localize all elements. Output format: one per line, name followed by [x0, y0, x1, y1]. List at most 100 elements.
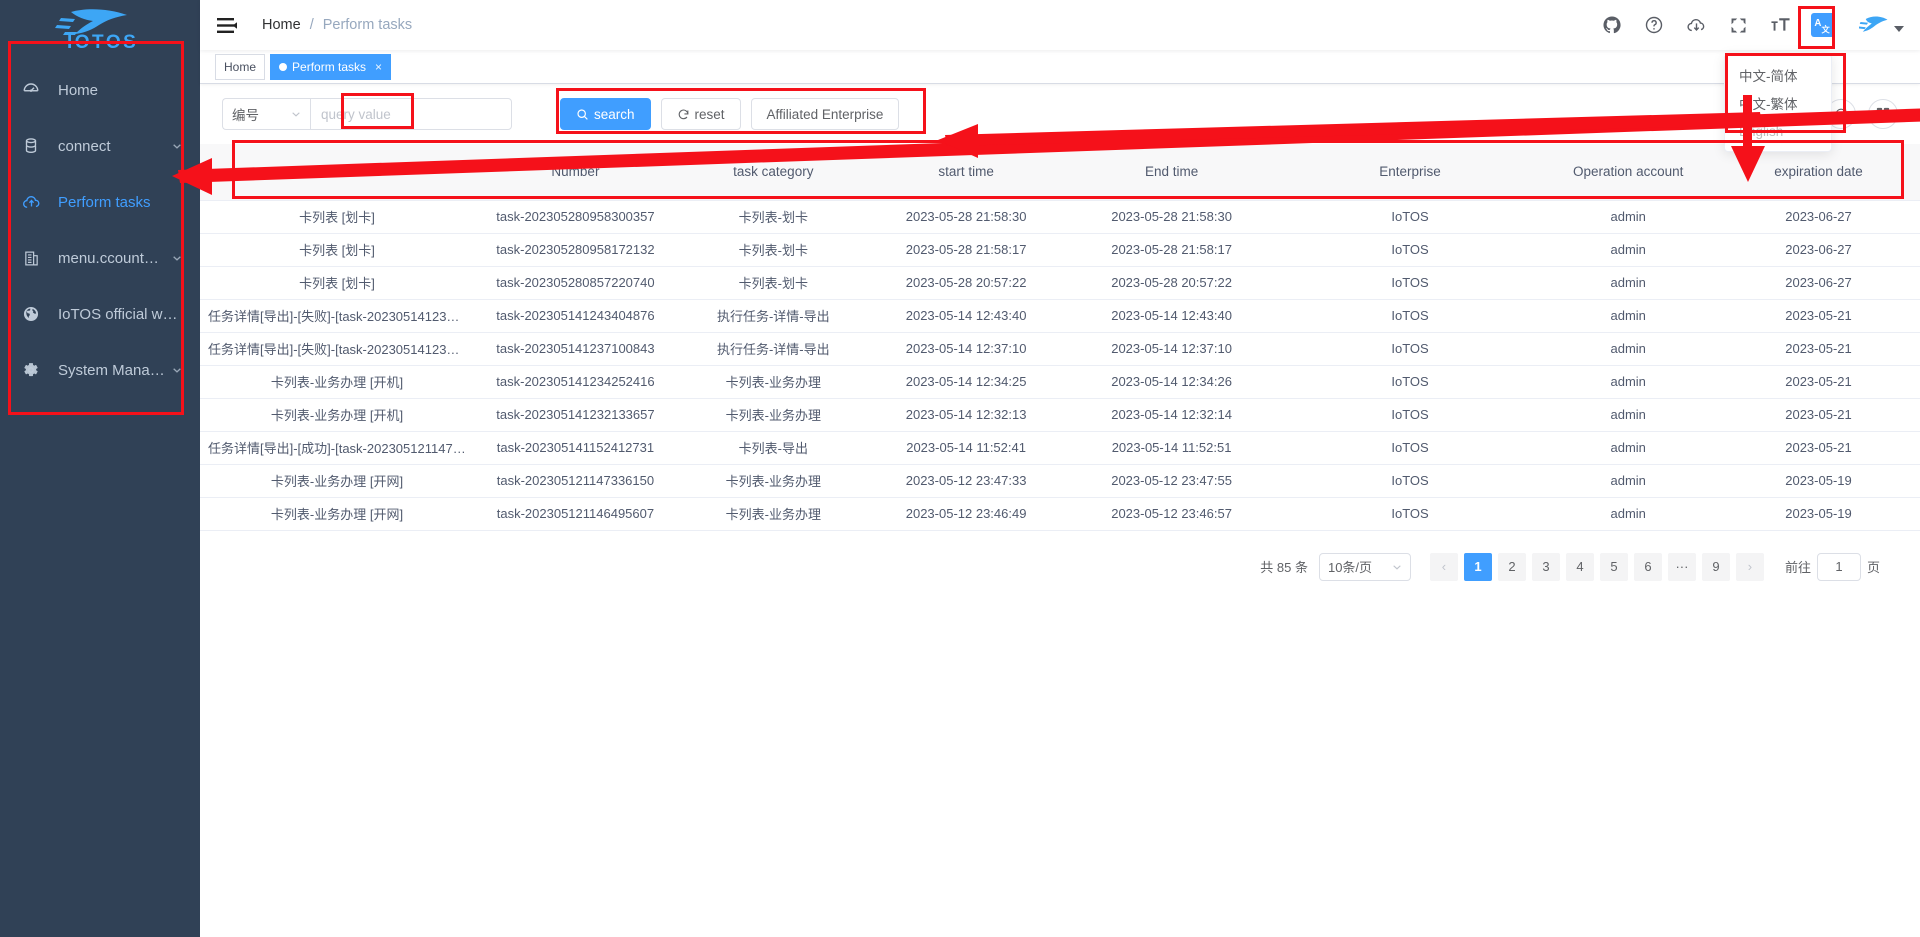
- translate-icon[interactable]: A 文: [1811, 13, 1835, 37]
- cell-number[interactable]: task-202305141232133657: [474, 398, 677, 431]
- fullscreen-icon[interactable]: [1727, 14, 1749, 36]
- github-icon[interactable]: [1601, 14, 1623, 36]
- page-size-select[interactable]: 10条/页: [1319, 553, 1411, 581]
- cell-category[interactable]: 执行任务-详情-导出: [677, 299, 870, 332]
- avatar[interactable]: [1859, 13, 1904, 37]
- table-row: 任务详情[导出]-[失败]-[task-202305141234252416]t…: [200, 332, 1920, 365]
- jump-page-input[interactable]: [1817, 553, 1861, 581]
- hamburger-collapse-icon[interactable]: [214, 12, 240, 38]
- pagination-next[interactable]: ›: [1736, 553, 1764, 581]
- column-header-enterprise[interactable]: Enterprise: [1281, 144, 1540, 200]
- cell-start_time: 2023-05-28 21:58:17: [870, 233, 1063, 266]
- cell-category[interactable]: 卡列表-业务办理: [677, 398, 870, 431]
- cell-start_time: 2023-05-14 12:32:13: [870, 398, 1063, 431]
- column-header-task-name[interactable]: task name: [200, 144, 474, 200]
- table-body: 卡列表 [划卡]task-202305280958300357卡列表-划卡202…: [200, 200, 1920, 530]
- pagination-page-3[interactable]: 3: [1532, 553, 1560, 581]
- help-circle-icon[interactable]: [1643, 14, 1665, 36]
- pagination-number-list: 123456···9: [1464, 553, 1730, 581]
- breadcrumb-home[interactable]: Home: [262, 17, 301, 33]
- building-icon: [20, 247, 42, 269]
- column-header-category[interactable]: task category: [677, 144, 870, 200]
- cell-number[interactable]: task-202305121147336150: [474, 464, 677, 497]
- pagination-jumper: 前往 页: [1785, 553, 1880, 581]
- pagination-page-2[interactable]: 2: [1498, 553, 1526, 581]
- font-size-icon[interactable]: [1769, 14, 1791, 36]
- reset-button[interactable]: reset: [661, 98, 741, 130]
- cloud-upload-icon: [20, 191, 42, 213]
- page-size-value: 10条/页: [1328, 557, 1372, 576]
- cell-category[interactable]: 卡列表-划卡: [677, 266, 870, 299]
- pagination-page-9[interactable]: 9: [1702, 553, 1730, 581]
- cell-number[interactable]: task-202305121146495607: [474, 497, 677, 530]
- sidebar-item-label: connect: [58, 138, 168, 155]
- cell-end_time: 2023-05-12 23:47:55: [1063, 464, 1281, 497]
- breadcrumb-current: Perform tasks: [323, 17, 412, 33]
- cell-category[interactable]: 卡列表-业务办理: [677, 365, 870, 398]
- cell-task_name: 任务详情[导出]-[失败]-[task-202305141234252416]: [200, 332, 474, 365]
- connect-icon: [20, 135, 42, 157]
- app-root: IOTOS Home conne: [0, 0, 1920, 937]
- tasks-card: 编号 search reset: [200, 84, 1920, 937]
- cell-category[interactable]: 卡列表-划卡: [677, 200, 870, 233]
- cell-end_time: 2023-05-28 20:57:22: [1063, 266, 1281, 299]
- field-select[interactable]: 编号: [222, 98, 310, 130]
- iotos-logo-icon: IOTOS: [41, 6, 159, 50]
- cell-category[interactable]: 卡列表-划卡: [677, 233, 870, 266]
- column-header-start-time[interactable]: start time: [870, 144, 1063, 200]
- cell-task_name: 任务详情[导出]-[失败]-[task-202305141234252416]: [200, 299, 474, 332]
- pagination-page-6[interactable]: 6: [1634, 553, 1662, 581]
- svg-text:IOTOS: IOTOS: [67, 32, 138, 50]
- cell-number: task-202305141243404876: [474, 299, 677, 332]
- cell-category[interactable]: 执行任务-详情-导出: [677, 332, 870, 365]
- sidebar-item-home[interactable]: Home: [0, 62, 200, 118]
- table-row: 卡列表 [划卡]task-202305280958300357卡列表-划卡202…: [200, 200, 1920, 233]
- cell-account: admin: [1539, 431, 1717, 464]
- sidebar-item-connect[interactable]: connect: [0, 118, 200, 174]
- cell-number[interactable]: task-202305141234252416: [474, 365, 677, 398]
- column-settings-icon[interactable]: [1868, 99, 1898, 129]
- tag-home[interactable]: Home: [215, 54, 265, 80]
- close-icon[interactable]: ×: [375, 61, 382, 73]
- language-option-zh-tw[interactable]: 中文-繁体: [1725, 89, 1831, 117]
- pagination-page-4[interactable]: 4: [1566, 553, 1594, 581]
- chevron-down-icon: [172, 141, 182, 151]
- column-header-number[interactable]: Number: [474, 144, 677, 200]
- cell-account: admin: [1539, 299, 1717, 332]
- column-header-account[interactable]: Operation account: [1539, 144, 1717, 200]
- search-button[interactable]: search: [560, 98, 651, 130]
- cell-task_name: 任务详情[导出]-[成功]-[task-202305121147336150]: [200, 431, 474, 464]
- cloud-download-icon[interactable]: [1685, 14, 1707, 36]
- chevron-down-icon: [291, 109, 301, 119]
- cell-category[interactable]: 卡列表-业务办理: [677, 464, 870, 497]
- cell-category[interactable]: 卡列表-业务办理: [677, 497, 870, 530]
- sidebar-item-label: Home: [58, 82, 182, 99]
- language-option-zh-cn[interactable]: 中文-简体: [1725, 61, 1831, 89]
- cell-end_time: 2023-05-14 12:34:26: [1063, 365, 1281, 398]
- cell-expiration: 2023-05-21: [1717, 299, 1920, 332]
- pagination-page-1[interactable]: 1: [1464, 553, 1492, 581]
- reset-button-label: reset: [695, 107, 725, 122]
- tag-label: Perform tasks: [292, 60, 366, 74]
- search-input[interactable]: [310, 98, 512, 130]
- chevron-down-icon: [172, 365, 182, 375]
- pagination-page-5[interactable]: 5: [1600, 553, 1628, 581]
- cell-task_name: 卡列表 [划卡]: [200, 200, 474, 233]
- sidebar-item-perform-tasks[interactable]: Perform tasks: [0, 174, 200, 230]
- affiliated-enterprise-button[interactable]: Affiliated Enterprise: [751, 98, 900, 130]
- cell-end_time: 2023-05-14 12:43:40: [1063, 299, 1281, 332]
- app-logo[interactable]: IOTOS: [0, 0, 200, 52]
- pagination-ellipsis[interactable]: ···: [1668, 553, 1696, 581]
- dashboard-icon: [20, 79, 42, 101]
- column-header-end-time[interactable]: End time: [1063, 144, 1281, 200]
- cell-enterprise: IoTOS: [1281, 332, 1540, 365]
- sidebar-item-account-center[interactable]: menu.ccountCenter: [0, 230, 200, 286]
- sidebar-item-system-management[interactable]: System Managem...: [0, 342, 200, 398]
- sidebar-item-official-website[interactable]: IoTOS official web...: [0, 286, 200, 342]
- tag-perform-tasks[interactable]: Perform tasks ×: [270, 54, 391, 80]
- cell-category[interactable]: 卡列表-导出: [677, 431, 870, 464]
- column-header-expiration[interactable]: expiration date: [1717, 144, 1920, 200]
- pagination-prev[interactable]: ‹: [1430, 553, 1458, 581]
- cell-enterprise: IoTOS: [1281, 266, 1540, 299]
- cell-expiration: 2023-06-27: [1717, 266, 1920, 299]
